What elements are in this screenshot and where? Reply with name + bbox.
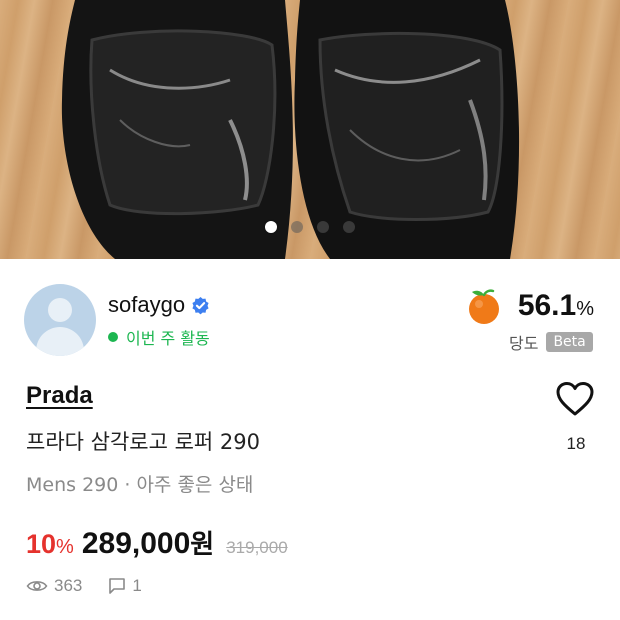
orange-fruit-icon <box>468 289 499 324</box>
pagination-dot[interactable] <box>343 221 355 233</box>
pagination-dot[interactable] <box>291 221 303 233</box>
score-label: 당도 <box>509 334 539 353</box>
product-title: 프라다 삼각로고 로퍼 290 <box>26 430 260 454</box>
discount-rate: 10% <box>26 529 74 559</box>
product-condition: Mens 290 · 아주 좋은 상태 <box>26 474 254 496</box>
beta-badge: Beta <box>546 332 593 352</box>
score-label-row: 당도 Beta <box>509 330 593 354</box>
seller-avatar[interactable] <box>24 284 96 356</box>
brand-link[interactable]: Prada <box>26 382 93 410</box>
sweetness-score[interactable]: 56.1% <box>464 286 594 326</box>
sale-price: 289,000원 <box>81 527 215 560</box>
product-photo[interactable] <box>0 0 620 259</box>
seller-name[interactable]: sofaygo <box>108 292 210 318</box>
avatar-head <box>48 298 72 322</box>
seller-name-text: sofaygo <box>108 292 186 317</box>
gallery-pagination <box>0 221 620 233</box>
view-count: 363 <box>54 576 83 595</box>
original-price: 319,000 <box>226 538 288 557</box>
pagination-dot[interactable] <box>317 221 329 233</box>
pagination-dot[interactable] <box>265 221 277 233</box>
product-stats: 363 1 <box>26 576 142 596</box>
comment-count: 1 <box>132 576 142 595</box>
avatar-body <box>36 327 84 356</box>
seller-activity: 이번 주 활동 <box>108 325 210 349</box>
comment-icon <box>109 578 126 594</box>
verified-badge-icon <box>192 296 209 314</box>
like-count: 18 <box>566 434 586 453</box>
price-row: 10% 289,000원 319,000 <box>26 524 288 561</box>
active-status-dot <box>108 332 118 342</box>
activity-text: 이번 주 활동 <box>126 329 210 348</box>
score-value: 56.1% <box>517 289 594 322</box>
eye-icon <box>26 581 48 591</box>
heart-icon[interactable] <box>555 381 595 417</box>
